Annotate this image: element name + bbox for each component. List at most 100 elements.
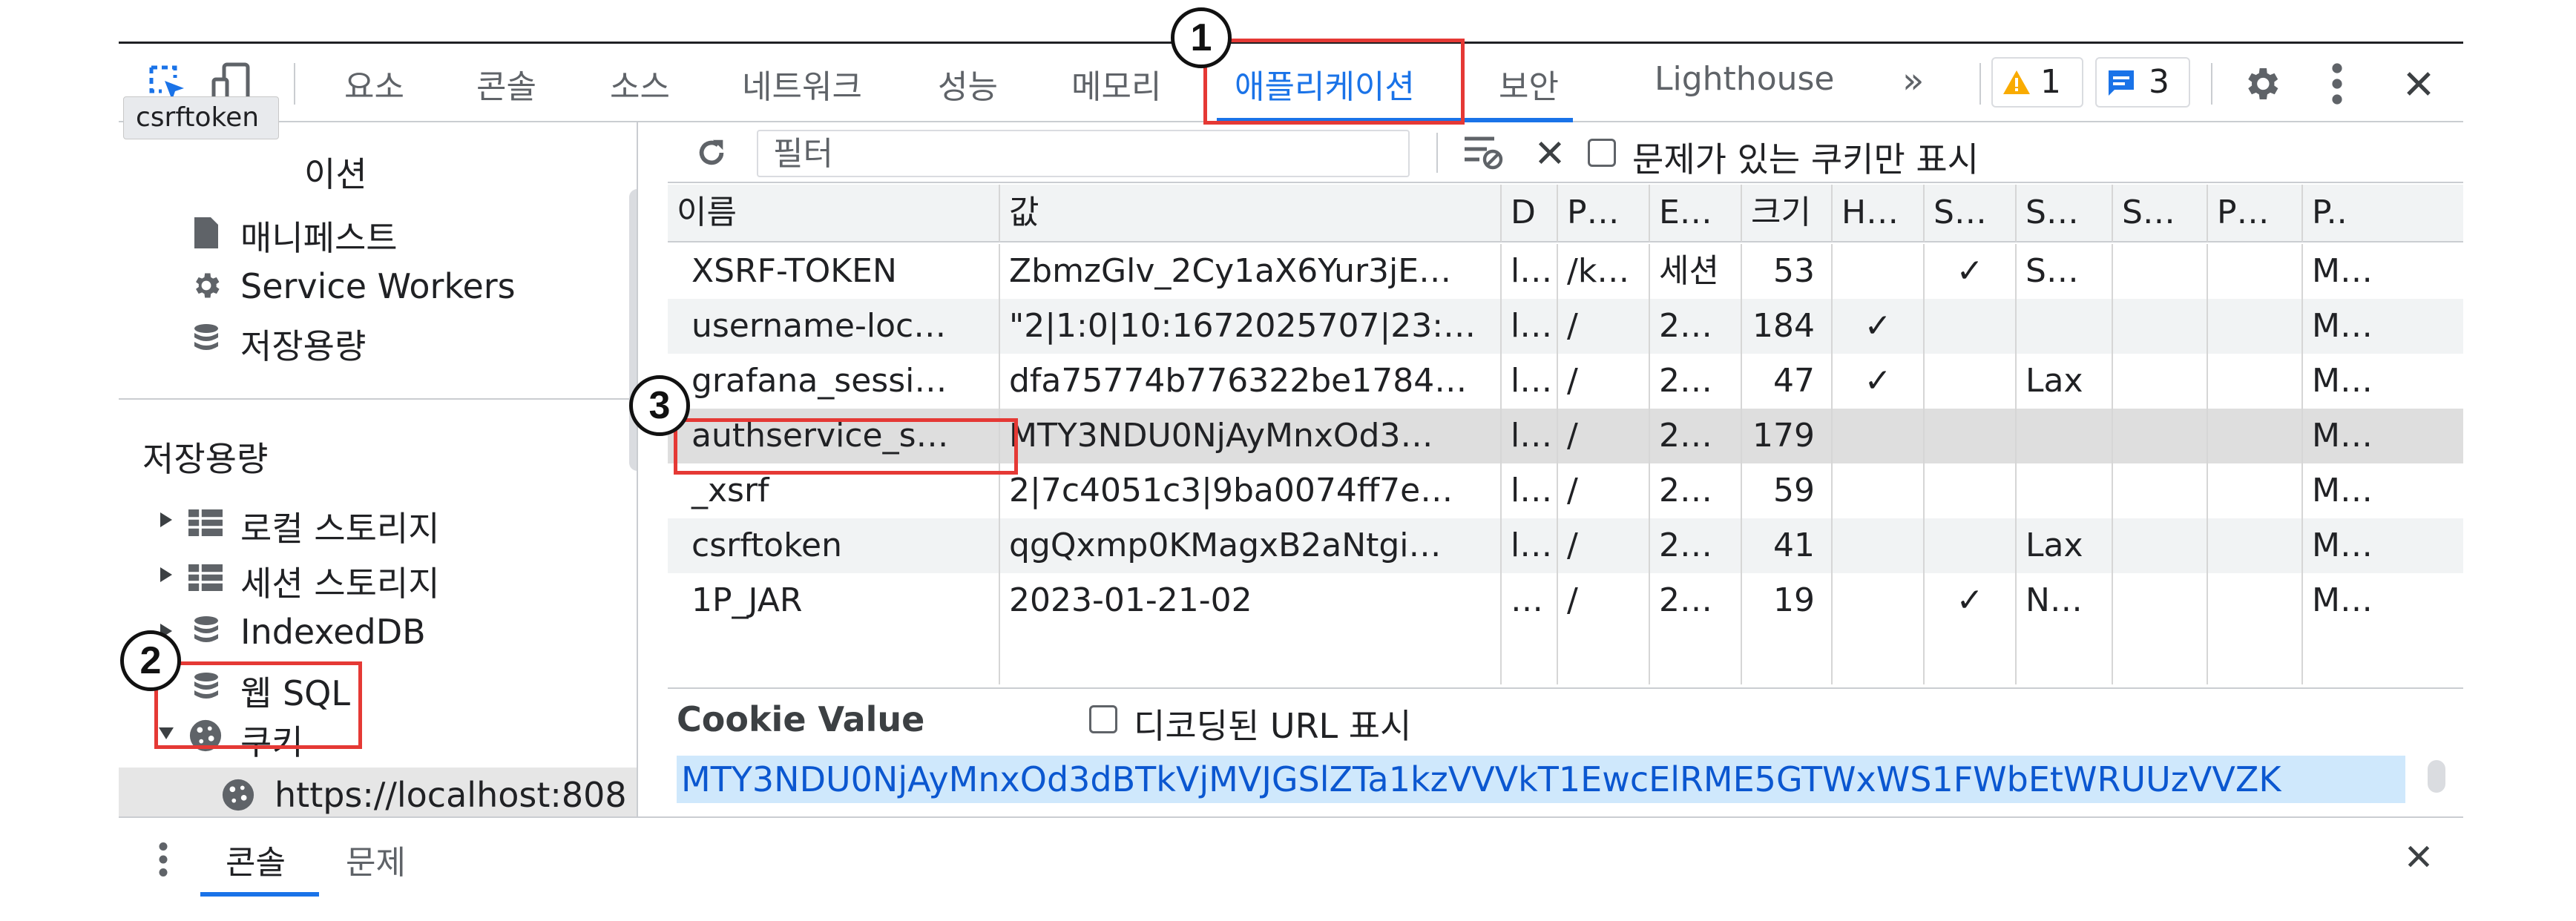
messages-count: 3 (2149, 63, 2169, 101)
tab-network[interactable]: 네트워크 (742, 60, 862, 108)
cell-expires: 2… (1650, 409, 1742, 463)
column-header-value[interactable]: 값 (1000, 185, 1502, 242)
cell-priority: M… (2312, 526, 2373, 564)
cell-value: qgQxmp0KMagxB2aNtgi… (1000, 518, 1502, 573)
table-row[interactable]: grafana_sessi… dfa75774b776322be1784… l…/2… (668, 354, 2463, 409)
table-row[interactable]: XSRF-TOKEN ZbmzGlv_2Cy1aX6Yur3jE… l…/k… 세션 5… (668, 244, 2463, 299)
messages-badge[interactable]: 3 (2095, 57, 2190, 108)
cell-domain: l… (1502, 409, 1558, 463)
cell-partition (2208, 299, 2303, 354)
cookie-host-item[interactable]: https://localhost:808 (119, 768, 637, 816)
settings-gear-icon[interactable] (2241, 63, 2282, 105)
empty-cell (1558, 628, 1650, 684)
cell-path: / (1558, 299, 1650, 354)
table-row[interactable]: csrftoken qgQxmp0KMagxB2aNtgi… l…/2… 41 Lax M… (668, 518, 2463, 573)
column-header-size[interactable]: 크기 (1742, 185, 1833, 242)
column-header-sameparty[interactable]: S… (2113, 185, 2208, 242)
clear-filtered-icon[interactable] (1463, 136, 1505, 170)
tab-sources[interactable]: 소스 (610, 60, 670, 108)
empty-cell (1000, 628, 1502, 684)
cell-secure (1925, 354, 2017, 409)
cell-secure (1925, 518, 2017, 573)
table-row[interactable]: username-loc… "2|1:0|10:1672025707|23:… l…… (668, 299, 2463, 354)
drawer-tab-issues[interactable]: 문제 (346, 836, 406, 883)
column-header-expires[interactable]: E… (1650, 185, 1742, 242)
tab-performance[interactable]: 성능 (938, 60, 998, 108)
cell-domain: l… (1502, 463, 1558, 518)
cell-value: 2023-01-21-02 (1000, 573, 1502, 628)
filter-divider (1436, 133, 1438, 173)
cell-partition (2208, 244, 2303, 299)
close-drawer-icon[interactable] (2405, 843, 2432, 870)
toolbar-divider (294, 63, 295, 105)
cell-sameparty (2113, 463, 2208, 518)
drawer-menu-icon[interactable] (156, 839, 171, 880)
kebab-menu-icon[interactable] (2328, 62, 2346, 106)
cell-secure (1925, 299, 2017, 354)
delete-all-icon[interactable] (1536, 139, 1564, 167)
cell-httponly (1833, 573, 1925, 628)
empty-cell (2017, 628, 2113, 684)
tab-lighthouse[interactable]: Lighthouse (1655, 60, 1835, 98)
cell-expires: 2… (1650, 354, 1742, 409)
empty-cell (2303, 628, 2463, 684)
table-empty-row (668, 628, 2463, 684)
column-header-samesite[interactable]: S… (2017, 185, 2113, 242)
cell-httponly (1833, 409, 1925, 463)
tab-security[interactable]: 보안 (1499, 60, 1559, 108)
cell-path: / (1558, 409, 1650, 463)
column-header-priority[interactable]: P.. (2303, 185, 2463, 242)
show-decoded-label: 디코딩된 URL 표시 (1134, 706, 1412, 746)
sidebar-item-service-workers[interactable]: Service Workers (240, 266, 516, 306)
sidebar-item-local-storage[interactable]: 로컬 스토리지 (240, 502, 440, 551)
message-icon (2109, 70, 2134, 96)
cookie-icon (222, 779, 254, 811)
tab-memory[interactable]: 메모리 (1071, 60, 1161, 108)
drawer-tab-console[interactable]: 콘솔 (226, 836, 286, 883)
empty-cell (2208, 628, 2303, 684)
only-issues-checkbox[interactable] (1588, 139, 1616, 167)
cell-size: 179 (1742, 409, 1833, 463)
show-decoded-checkbox[interactable] (1089, 705, 1117, 733)
cell-samesite (2017, 463, 2113, 518)
cell-sameparty (2113, 573, 2208, 628)
column-header-path[interactable]: P… (1558, 185, 1650, 242)
empty-cell (1833, 628, 1925, 684)
close-devtools-icon[interactable] (2404, 69, 2434, 99)
filter-input[interactable] (757, 130, 1410, 177)
refresh-icon[interactable] (694, 136, 729, 170)
sidebar-item-storage[interactable]: 저장용량 (240, 320, 366, 369)
column-header-name[interactable]: 이름 (668, 185, 1000, 242)
cookie-value-scrollbar[interactable] (2428, 760, 2445, 793)
column-header-domain[interactable]: D (1502, 185, 1558, 242)
cell-value: ZbmzGlv_2Cy1aX6Yur3jE… (1000, 244, 1502, 299)
expand-arrow-icon[interactable] (159, 566, 174, 584)
warnings-badge[interactable]: 1 (1991, 57, 2083, 108)
cell-sameparty (2113, 244, 2208, 299)
empty-cell (1502, 628, 1558, 684)
sidebar-divider (119, 398, 637, 400)
cell-secure: ✓ (1925, 573, 2017, 628)
sidebar-item-session-storage[interactable]: 세션 스토리지 (240, 557, 440, 606)
cookie-host-label: https://localhost:808 (275, 775, 627, 815)
more-tabs-button[interactable]: » (1902, 60, 1924, 102)
tab-elements[interactable]: 요소 (344, 60, 404, 108)
sidebar-vertical-scrollbar[interactable] (629, 189, 637, 471)
expand-arrow-icon[interactable] (159, 511, 174, 529)
cell-samesite: Lax (2017, 354, 2113, 409)
column-header-httponly[interactable]: H… (1833, 185, 1925, 242)
cell-size: 59 (1742, 463, 1833, 518)
cell-httponly (1833, 463, 1925, 518)
sidebar-section-application[interactable]: 이션 (304, 148, 367, 197)
cookie-value-text[interactable]: MTY3NDU0NjAyMnxOd3dBTkVjMVJGSlZTa1kzVVVk… (677, 756, 2405, 803)
cell-httponly: ✓ (1833, 299, 1925, 354)
tab-console[interactable]: 콘솔 (476, 60, 536, 108)
column-header-partition[interactable]: P… (2208, 185, 2303, 242)
cell-partition (2208, 573, 2303, 628)
sidebar-item-indexeddb[interactable]: IndexedDB (240, 612, 426, 652)
column-header-secure[interactable]: S… (1925, 185, 2017, 242)
cookie-filter-bar: 문제가 있는 쿠키만 표시 (668, 122, 2463, 183)
sidebar-item-manifest[interactable]: 매니페스트 (240, 211, 398, 260)
table-row[interactable]: 1P_JAR 2023-01-21-02…/2… 19 ✓ N… M… (668, 573, 2463, 628)
cell-domain: l… (1502, 299, 1558, 354)
